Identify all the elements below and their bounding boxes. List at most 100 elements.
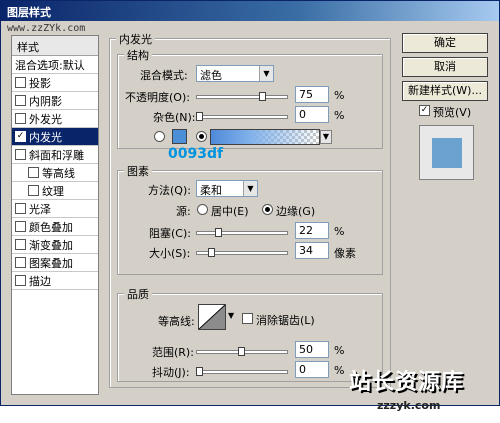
size-label: 大小(S): [149,247,191,260]
blend-mode-value: 滤色 [200,69,222,82]
style-item-checkbox[interactable] [15,77,26,88]
styles-header[interactable]: 样式 [12,36,98,56]
glow-color-swatch[interactable] [172,129,187,144]
noise-label: 杂色(N): [153,111,196,124]
noise-slider-knob[interactable] [196,112,203,121]
style-item[interactable]: 外发光 [12,110,98,128]
style-preview-thumbnail [419,125,474,180]
style-item-label: 光泽 [29,202,51,216]
source-edge-radio[interactable] [262,204,273,215]
style-item-checkbox[interactable] [15,275,26,286]
cancel-button[interactable]: 取消 [402,57,488,77]
choke-slider-knob[interactable] [215,228,222,237]
logo-main-text: 站长资源库 [349,370,465,395]
chevron-down-icon: ▼ [320,130,332,144]
style-item-label: 外发光 [29,112,62,126]
preview-label[interactable]: 预览(V) [433,104,471,120]
gradient-picker[interactable]: ▼ [210,129,332,145]
choke-slider[interactable] [196,228,288,237]
choke-input[interactable]: 22 [295,222,329,239]
range-slider[interactable] [196,347,288,356]
style-item-checkbox[interactable] [28,185,39,196]
choke-label: 阻塞(C): [149,227,191,240]
style-item[interactable]: 描边 [12,272,98,290]
style-item-checkbox[interactable] [15,149,26,160]
chevron-down-icon[interactable]: ▼ [228,311,234,320]
contour-curve-icon [198,304,226,330]
styles-list: 样式 混合选项:默认 投影 内阴影 外发光 ✓ 内发光 斜面和浮雕 等高线 纹理 光泽 颜色叠加渐… [11,35,99,395]
style-item[interactable]: 斜面和浮雕 [12,146,98,164]
style-item-label: 等高线 [42,166,75,180]
blend-options-item[interactable]: 混合选项:默认 [12,56,98,74]
jitter-input[interactable]: 0 [295,361,329,378]
style-item[interactable]: ✓ 内发光 [12,128,98,146]
noise-input[interactable]: 0 [295,106,329,123]
elements-group: 图素 方法(Q): 柔和 ▼ 源: 居中(E) 边缘(G) 阻塞(C): 22 … [117,163,383,275]
style-item[interactable]: 颜色叠加 [12,218,98,236]
style-item-label: 内阴影 [29,94,62,108]
range-slider-knob[interactable] [238,347,245,356]
style-item-checkbox[interactable] [15,239,26,250]
style-item-label: 渐变叠加 [29,238,73,252]
antialias-label[interactable]: 消除锯齿(L) [256,312,315,328]
blend-mode-select[interactable]: 滤色 ▼ [196,65,274,82]
noise-slider[interactable] [196,112,288,121]
size-input[interactable]: 34 [295,242,329,259]
style-item-label: 描边 [29,274,51,288]
style-item[interactable]: 投影 [12,74,98,92]
opacity-slider[interactable] [196,92,288,101]
ok-button[interactable]: 确定 [402,33,488,53]
style-item-checkbox[interactable] [28,167,39,178]
style-item-label: 斜面和浮雕 [29,148,84,162]
style-item-checkbox[interactable]: ✓ [15,131,26,142]
method-select[interactable]: 柔和 ▼ [196,180,258,197]
jitter-slider[interactable] [196,367,288,376]
inner-glow-group: 内发光 结构 混合模式: 滤色 ▼ 不透明度(O): 75 % 杂色(N): 0… [109,31,391,388]
style-item[interactable]: 纹理 [12,182,98,200]
new-style-button[interactable]: 新建样式(W)... [402,81,488,101]
method-label: 方法(Q): [148,184,191,197]
preview-checkbox[interactable]: ✓ [419,105,430,116]
contour-label: 等高线: [158,315,195,328]
size-slider-knob[interactable] [208,248,215,257]
style-item-label: 图案叠加 [29,256,73,270]
color-radio[interactable] [154,131,165,142]
choke-unit: % [334,225,345,238]
range-input[interactable]: 50 [295,341,329,358]
layer-style-dialog: 图层样式 www.zzZYk.com 样式 混合选项:默认 投影 内阴影 外发光 ✓ 内… [0,0,500,412]
title-bar: 图层样式 [1,1,499,21]
hex-color-annotation: 0093df [168,146,224,162]
opacity-input[interactable]: 75 [295,86,329,103]
gradient-radio[interactable] [196,131,207,142]
preview-sample [432,138,462,168]
style-item-label: 颜色叠加 [29,220,73,234]
style-item-checkbox[interactable] [15,113,26,124]
watermark-text: www.zzZYk.com [7,23,86,34]
jitter-slider-knob[interactable] [196,367,203,376]
inner-glow-title: 内发光 [116,31,155,47]
style-item-checkbox[interactable] [15,257,26,268]
style-item-checkbox[interactable] [15,95,26,106]
antialias-checkbox[interactable] [242,313,253,324]
style-item[interactable]: 图案叠加 [12,254,98,272]
noise-unit: % [334,109,345,122]
opacity-slider-knob[interactable] [259,92,266,101]
source-edge-label[interactable]: 边缘(G) [276,203,315,219]
style-item[interactable]: 渐变叠加 [12,236,98,254]
style-item[interactable]: 光泽 [12,200,98,218]
style-item[interactable]: 内阴影 [12,92,98,110]
jitter-label: 抖动(J): [152,366,190,379]
style-item[interactable]: 等高线 [12,164,98,182]
source-center-label[interactable]: 居中(E) [211,203,249,219]
contour-picker[interactable] [198,304,226,330]
size-unit: 像素 [334,247,356,260]
site-logo-watermark: 站长资源库 zzzyk.com [341,361,499,423]
size-slider[interactable] [196,248,288,257]
style-item-checkbox[interactable] [15,221,26,232]
range-label: 范围(R): [152,346,194,359]
style-item-checkbox[interactable] [15,203,26,214]
style-item-label: 内发光 [29,130,62,144]
style-item-label: 纹理 [42,184,64,198]
opacity-unit: % [334,89,345,102]
source-center-radio[interactable] [197,204,208,215]
